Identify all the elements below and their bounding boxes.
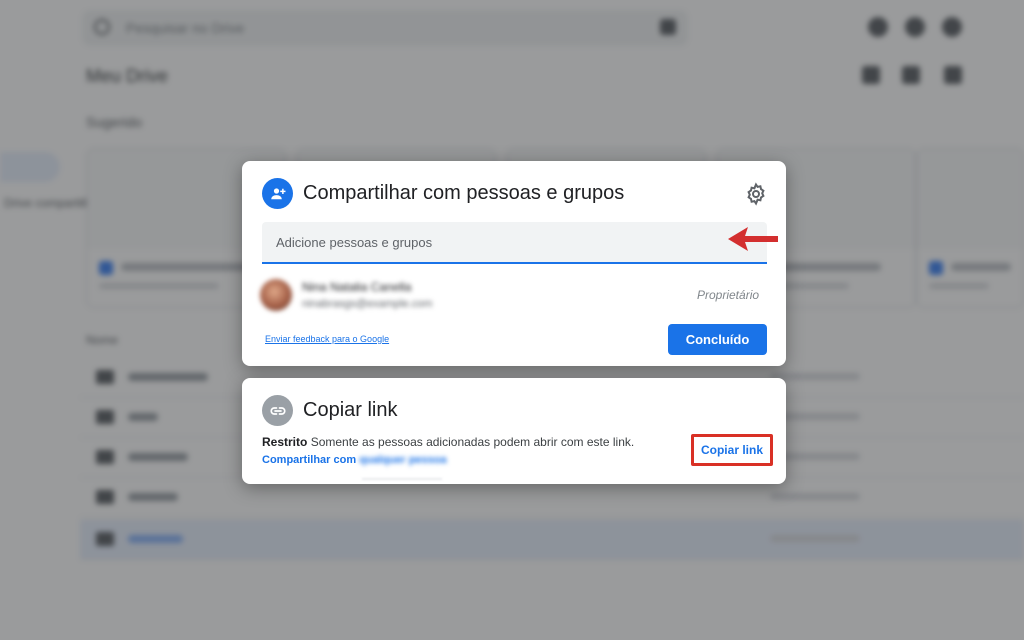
avatar: [260, 279, 292, 311]
restriction-text: Restrito Somente as pessoas adicionadas …: [262, 435, 634, 449]
restriction-description: Somente as pessoas adicionadas podem abr…: [310, 435, 635, 449]
change-access-link[interactable]: Compartilhar com qualquer pessoa: [262, 454, 447, 466]
share-dialog: Compartilhar com pessoas e grupos Nina N…: [242, 161, 786, 366]
user-email: ninabrasgs@example.com: [302, 298, 433, 310]
user-name: Nina Natalia Canella: [302, 280, 412, 294]
feedback-link[interactable]: Enviar feedback para o Google: [265, 334, 389, 344]
red-arrow-icon: [728, 227, 778, 251]
link-icon: [262, 395, 293, 426]
done-button[interactable]: Concluído: [668, 324, 767, 355]
gear-icon[interactable]: [744, 182, 768, 206]
shared-user-row: Nina Natalia Canella ninabrasgs@example.…: [260, 277, 766, 315]
copy-link-button[interactable]: Copiar link: [695, 438, 769, 462]
person-add-icon: [262, 178, 293, 209]
divider: [362, 478, 442, 480]
change-access-prefix: Compartilhar com: [262, 454, 357, 466]
copy-link-dialog: Copiar link Restrito Somente as pessoas …: [242, 378, 786, 484]
restriction-label: Restrito: [262, 435, 308, 449]
user-role: Proprietário: [697, 288, 760, 302]
add-people-input[interactable]: [262, 222, 767, 264]
change-access-target: qualquer pessoa: [359, 454, 447, 466]
copy-link-title: Copiar link: [303, 399, 398, 421]
share-dialog-title: Compartilhar com pessoas e grupos: [303, 182, 625, 204]
